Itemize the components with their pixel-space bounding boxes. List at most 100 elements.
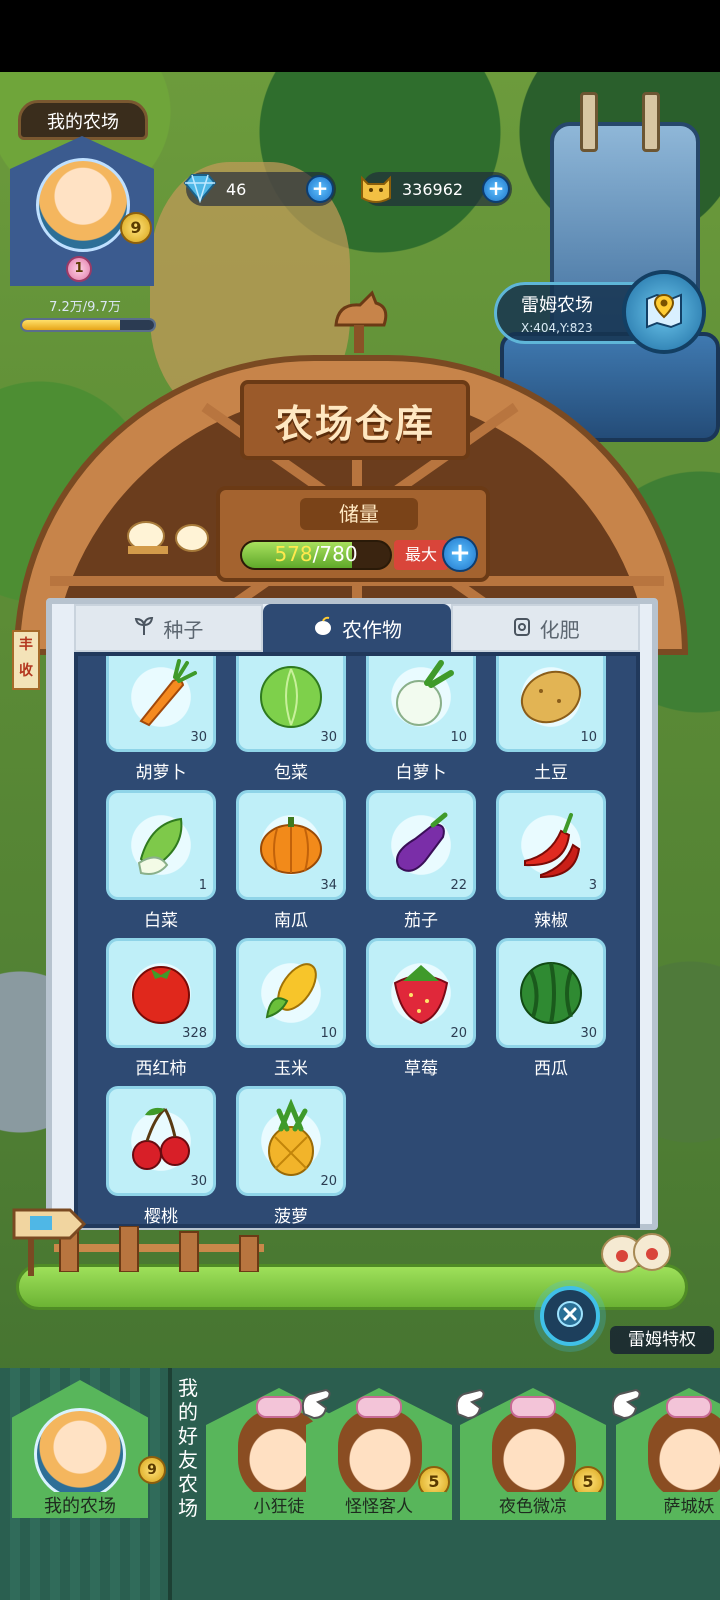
map-button[interactable] xyxy=(622,270,706,354)
crop-tile[interactable]: 20 xyxy=(366,938,476,1048)
friend-avatar xyxy=(492,1410,576,1500)
crop-quantity: 30 xyxy=(190,1174,207,1189)
add-coins-button[interactable]: + xyxy=(482,175,510,203)
tomato-icon xyxy=(121,951,201,1035)
my-farm-card[interactable]: 我的农场 9 1 7.2万/9.7万 xyxy=(8,100,158,350)
crop-item[interactable]: 20 菠萝 xyxy=(236,1086,346,1224)
level-badge: 9 xyxy=(138,1456,166,1484)
strawberry-icon xyxy=(381,951,461,1035)
crop-item[interactable]: 30 樱桃 xyxy=(106,1086,216,1224)
level-badge: 9 xyxy=(120,212,152,244)
seedling-icon xyxy=(133,615,155,642)
friends-panel: 我的好友农场 5小狂徒5怪怪客人5夜色微凉5萨城妖 xyxy=(168,1368,720,1600)
crop-item[interactable]: 30 胡萝卜 xyxy=(106,656,216,783)
crop-item[interactable]: 10 玉米 xyxy=(236,938,346,1079)
player-avatar[interactable] xyxy=(36,158,130,252)
crop-tile[interactable]: 30 xyxy=(236,656,346,752)
crop-name: 菠萝 xyxy=(274,1207,308,1227)
crop-quantity: 34 xyxy=(320,878,337,893)
crop-item[interactable]: 34 南瓜 xyxy=(236,790,346,931)
crop-item[interactable]: 1 白菜 xyxy=(106,790,216,931)
my-farm-title: 我的农场 xyxy=(18,100,148,140)
crop-item[interactable]: 30 包菜 xyxy=(236,656,346,783)
crop-tile[interactable]: 1 xyxy=(106,790,216,900)
glove-icon xyxy=(606,1384,646,1424)
glove-icon xyxy=(296,1384,336,1424)
crop-name: 西红柿 xyxy=(135,1059,187,1079)
exp-fill xyxy=(22,320,120,330)
friend-farm-item[interactable]: 5萨城妖 xyxy=(611,1388,720,1528)
crop-grid-panel: 30 胡萝卜 30 包菜 10 白萝卜 10 土豆 1 白菜 34 南瓜 22 茄子 3 辣椒 328 西红柿 10… xyxy=(74,652,640,1228)
exp-text: 7.2万/9.7万 xyxy=(49,300,121,315)
cherry-icon xyxy=(121,1099,201,1183)
crop-quantity: 20 xyxy=(320,1174,337,1189)
crop-tile[interactable]: 30 xyxy=(496,938,606,1048)
crop-name: 西瓜 xyxy=(534,1059,568,1079)
pet-crown-icon xyxy=(666,1396,712,1418)
friend-farm-item[interactable]: 5 怪怪客人 xyxy=(301,1388,452,1528)
signpost-icon[interactable] xyxy=(12,1196,87,1276)
storage-label: 储量 xyxy=(300,498,418,530)
location-coordinates: X:404,Y:823 xyxy=(521,321,593,335)
crop-item[interactable]: 20 草莓 xyxy=(366,938,476,1079)
crop-quantity: 328 xyxy=(182,1026,207,1041)
crop-name: 南瓜 xyxy=(274,911,308,931)
pet-crown-icon xyxy=(356,1396,402,1418)
storage-max: 780 xyxy=(319,542,358,566)
crop-quantity: 1 xyxy=(198,878,207,893)
gem-value: 46 xyxy=(226,180,247,199)
crop-tile[interactable]: 10 xyxy=(366,656,476,752)
eggplant-icon xyxy=(381,803,461,887)
chili-icon xyxy=(511,803,591,887)
crop-name: 胡萝卜 xyxy=(135,763,187,783)
crop-tile[interactable]: 30 xyxy=(106,656,216,752)
crop-item[interactable]: 10 土豆 xyxy=(496,656,606,783)
crop-name: 白菜 xyxy=(144,911,178,931)
crop-quantity: 10 xyxy=(320,1026,337,1041)
crop-tile[interactable]: 22 xyxy=(366,790,476,900)
crop-item[interactable]: 30 西瓜 xyxy=(496,938,606,1079)
cat-coin-icon xyxy=(356,168,396,208)
storage-panel: 储量 578/780 最大 + xyxy=(216,486,490,582)
expand-storage-button[interactable]: + xyxy=(442,536,478,572)
crop-name: 土豆 xyxy=(534,763,568,783)
crop-name: 草莓 xyxy=(404,1059,438,1079)
crop-tile[interactable]: 34 xyxy=(236,790,346,900)
vip-privilege-label[interactable]: 雷姆特权 xyxy=(610,1326,714,1354)
crop-tile[interactable]: 328 xyxy=(106,938,216,1048)
crop-tile[interactable]: 10 xyxy=(496,656,606,752)
close-button[interactable] xyxy=(540,1286,600,1346)
bird-weathervane-icon xyxy=(318,285,398,355)
close-icon xyxy=(556,1300,584,1332)
gem-counter: 46 + xyxy=(183,172,336,206)
tab-fertilizer[interactable]: 化肥 xyxy=(451,604,641,652)
potato-icon xyxy=(511,656,591,739)
crop-tile[interactable]: 10 xyxy=(236,938,346,1048)
crop-name: 包菜 xyxy=(274,763,308,783)
crop-tile[interactable]: 30 xyxy=(106,1086,216,1196)
my-farm-shortcut[interactable]: 9 我的农场 xyxy=(12,1380,166,1530)
crop-item[interactable]: 22 茄子 xyxy=(366,790,476,931)
crop-name: 樱桃 xyxy=(144,1207,178,1227)
crop-quantity: 10 xyxy=(450,730,467,745)
harvest-tag[interactable]: 丰收 xyxy=(12,630,40,690)
gem-icon xyxy=(180,168,220,208)
crop-item[interactable]: 3 辣椒 xyxy=(496,790,606,931)
crop-item[interactable]: 10 白萝卜 xyxy=(366,656,476,783)
tab-label: 种子 xyxy=(163,617,204,642)
pumpkin-icon xyxy=(251,803,331,887)
crop-item[interactable]: 328 西红柿 xyxy=(106,938,216,1079)
tab-crops[interactable]: 农作物 xyxy=(262,604,452,652)
crop-icon xyxy=(312,615,334,642)
friends-list: 5小狂徒5怪怪客人5夜色微凉5萨城妖 xyxy=(172,1368,720,1600)
friend-farm-item[interactable]: 5 夜色微凉 xyxy=(455,1388,606,1528)
exp-bar xyxy=(20,318,156,332)
tab-seeds[interactable]: 种子 xyxy=(74,604,263,652)
crop-grid: 30 胡萝卜 30 包菜 10 白萝卜 10 土豆 1 白菜 34 南瓜 22 茄子 3 辣椒 328 西红柿 10… xyxy=(106,656,606,1224)
tab-label: 化肥 xyxy=(539,617,580,642)
storage-amount: 578/780 xyxy=(274,542,358,566)
crop-tile[interactable]: 20 xyxy=(236,1086,346,1196)
add-gems-button[interactable]: + xyxy=(306,175,334,203)
crop-tile[interactable]: 3 xyxy=(496,790,606,900)
radish-icon xyxy=(381,656,461,739)
